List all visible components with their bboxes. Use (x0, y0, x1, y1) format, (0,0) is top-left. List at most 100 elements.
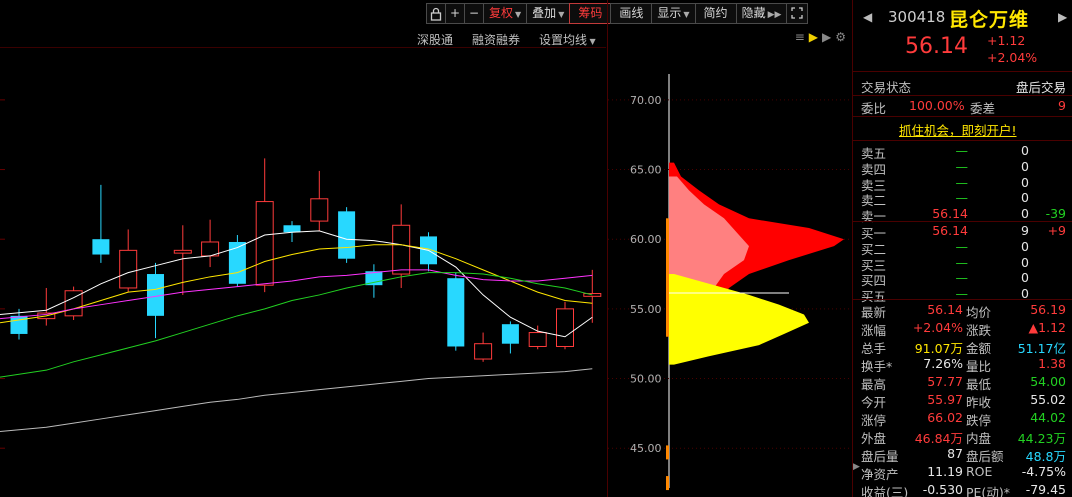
weibi-label: 委比 (861, 101, 887, 116)
bid-volume: 0 (1021, 238, 1029, 254)
ask-price: — (955, 158, 969, 174)
chip-axis-orange (666, 445, 669, 460)
price-change: +1.12 (987, 33, 1026, 48)
setting-ma-dropdown[interactable]: 设置均线 ▼ (539, 31, 596, 48)
stat-label: ROE (966, 464, 993, 479)
candle-body-down (283, 225, 301, 233)
weibi-value: 100.00% (909, 98, 965, 113)
stat-row: 涨幅 +2.04% 涨跌 ▲1.12 (853, 319, 1072, 338)
chip-play-icon[interactable]: ▶ (822, 30, 831, 44)
open-account-ad[interactable]: 抓住机会，即刻开户! (853, 119, 1072, 139)
trade-status-label: 交易状态 (861, 80, 912, 95)
shengutong-link[interactable]: 深股通 (417, 31, 453, 48)
stat-value: 66.02 (927, 410, 963, 425)
candle-body-up (556, 308, 574, 347)
chip-price-label: 50.00 (630, 373, 662, 386)
ask-price: 56.14 (932, 206, 968, 222)
panel-collapse-icon[interactable]: ▶ (853, 462, 860, 476)
kline-chart-panel[interactable]: 深股通 融资融券 设置均线 ▼ + − 复权 ▼ 叠加 ▼ 筹码 画线 显示 ▼ 简约… (0, 0, 809, 497)
weibi-row: 委比 100.00% 委差 9 (853, 97, 1072, 116)
stat-value: 55.02 (1030, 392, 1066, 407)
zoom-in-button[interactable]: + (445, 3, 465, 24)
chip-flag-icon[interactable]: ▶ (809, 30, 818, 44)
stat-label: PE(动)* (966, 485, 1010, 497)
last-price: 56.14 (905, 34, 968, 59)
stat-row: 盘后量 87 盘后额 48.8万 (853, 445, 1072, 464)
bid-change: +9 (1047, 223, 1066, 238)
chip-price-label: 60.00 (630, 233, 662, 246)
stat-value: 87 (947, 446, 963, 461)
stat-value: 7.26% (923, 356, 963, 371)
ask-volume: 0 (1021, 143, 1029, 158)
stat-row: 涨停 66.02 跌停 44.02 (853, 409, 1072, 428)
chip-distribution-panel: 70.00 65.00 60.00 55.00 50.00 45.00 ≡ ▶ ▶ ⚙ (608, 0, 852, 497)
candle-body-down (501, 324, 519, 344)
candle-body-down (92, 239, 110, 255)
chip-distribution-chart: 70.00 65.00 60.00 55.00 50.00 45.00 (608, 74, 851, 491)
chip-axis-orange (666, 218, 669, 337)
weicha-label: 委差 (970, 101, 996, 116)
prev-stock-icon[interactable]: ◀ (863, 10, 872, 24)
ask-volume: 0 (1021, 206, 1029, 222)
candle-body-up (528, 332, 547, 347)
bid-price: — (955, 254, 969, 270)
candle-body-up (310, 198, 329, 222)
candle-body-up (583, 293, 602, 297)
ask-volume: 0 (1021, 158, 1029, 174)
stat-row: 今开 55.97 昨收 55.02 (853, 391, 1072, 410)
candle-body-up (255, 201, 274, 286)
stat-value: 11.19 (927, 464, 963, 479)
weicha-value: 9 (1058, 98, 1066, 113)
stat-value: -0.530 (922, 482, 963, 497)
fuquan-dropdown[interactable]: 复权 ▼ (483, 3, 528, 24)
stat-value: 44.02 (1030, 410, 1066, 425)
rongzi-link[interactable]: 融资融券 (472, 31, 520, 48)
price-change-pct: +2.04% (987, 50, 1038, 65)
chip-price-label: 55.00 (630, 303, 662, 316)
stat-value: 56.14 (927, 302, 963, 317)
candle-body-up (474, 343, 493, 360)
chip-toolbar: ≡ ▶ ▶ ⚙ (795, 30, 846, 44)
stat-value: +2.04% (912, 320, 963, 335)
bid-price: — (955, 270, 969, 286)
chart-subbar: 深股通 融资融券 设置均线 ▼ (0, 28, 606, 48)
quote-panel: ◀ 300418 昆仑万维 ▶ 56.14 +1.12 +2.04% 交易状态 … (853, 0, 1072, 497)
candle-body-up (392, 224, 411, 275)
stat-label: 收益(三) (861, 485, 909, 497)
stat-value: 54.00 (1030, 374, 1066, 389)
chip-settings-icon[interactable]: ⚙ (835, 30, 846, 44)
kline-chart[interactable] (0, 0, 606, 497)
open-account-link[interactable]: 抓住机会，即刻开户! (899, 120, 1017, 139)
chip-layer-yellow (669, 274, 809, 365)
chip-axis-orange (666, 476, 669, 491)
ask-price: — (955, 174, 969, 190)
trade-status-value: 盘后交易 (1015, 80, 1066, 95)
ma-line-ma60 (0, 368, 593, 432)
chip-list-icon[interactable]: ≡ (795, 30, 805, 44)
chip-price-label: 65.00 (630, 164, 662, 177)
stat-value: -4.75% (1021, 464, 1066, 479)
ask-volume: 0 (1021, 174, 1029, 190)
bid-volume: 0 (1021, 254, 1029, 270)
stat-row: 换手* 7.26% 量比 1.38 (853, 355, 1072, 374)
stat-row: 总手 91.07万 金额 51.17亿 (853, 337, 1072, 356)
quote-header: ◀ 300418 昆仑万维 ▶ 56.14 +1.12 +2.04% (853, 0, 1072, 72)
ask-price: — (955, 190, 969, 206)
chouma-button[interactable]: 筹码 (569, 3, 612, 24)
stat-value: 56.19 (1030, 302, 1066, 317)
ask-price: — (955, 143, 969, 158)
ask-volume: 0 (1021, 190, 1029, 206)
stat-row: 收益(三) -0.530 PE(动)* -79.45 (853, 481, 1072, 497)
chip-price-label: 45.00 (630, 442, 662, 455)
ma-line-ma5 (0, 230, 593, 338)
stat-row: 最高 57.77 最低 54.00 (853, 373, 1072, 392)
diejia-dropdown[interactable]: 叠加 ▼ (526, 3, 571, 24)
stat-value: -79.45 (1025, 482, 1066, 497)
stat-row: 最新 56.14 均价 56.19 (853, 301, 1072, 320)
next-stock-icon[interactable]: ▶ (1058, 10, 1067, 24)
lock-icon[interactable] (426, 3, 446, 24)
zoom-out-button[interactable]: − (464, 3, 484, 24)
candle-body-down (447, 278, 465, 347)
chip-price-label: 70.00 (630, 94, 662, 107)
stat-row: 净资产 11.19 ROE -4.75% (853, 463, 1072, 482)
